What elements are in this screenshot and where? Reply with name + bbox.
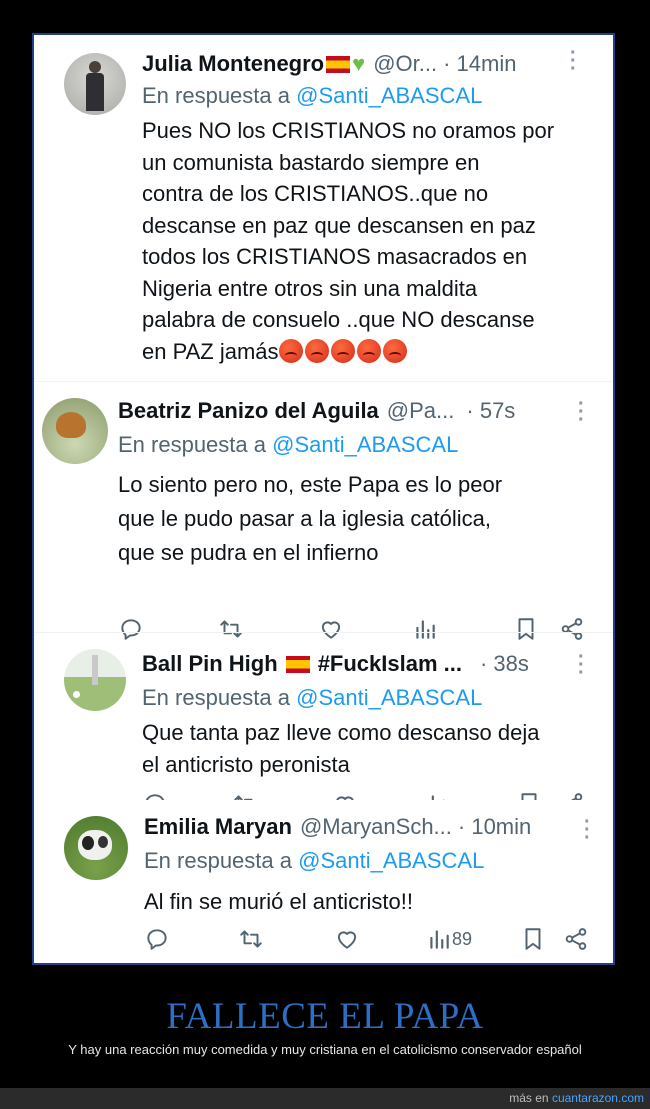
like-button[interactable] xyxy=(334,926,360,952)
reply-mention-link[interactable]: @Santi_ABASCAL xyxy=(296,83,482,108)
reply-context: En respuesta a @Santi_ABASCAL xyxy=(118,432,458,458)
text-line: todos los CRISTIANOS masacrados en xyxy=(142,244,528,269)
text-line: un comunista bastardo siempre en xyxy=(142,149,480,175)
tweet-text: Al fin se murió el anticristo!! xyxy=(144,886,413,918)
author-row: Beatriz Panizo del Aguila @Pa... · 57s xyxy=(118,398,515,424)
reply-context: En respuesta a @Santi_ABASCAL xyxy=(142,83,482,109)
reply-mention-link[interactable]: @Santi_ABASCAL xyxy=(272,432,458,457)
text-line: Que tanta paz lleve como descanso deja xyxy=(142,720,540,745)
avatar[interactable] xyxy=(64,816,128,880)
tweet-text: Pues NO los CRISTIANOS no oramos por un … xyxy=(142,115,554,367)
timestamp[interactable]: · 14min xyxy=(443,51,516,77)
text-line: Lo siento pero no, este Papa es lo peor xyxy=(118,472,503,497)
action-bar: 89 xyxy=(34,926,613,956)
text-line: palabra de consuelo ..que NO descanse xyxy=(142,307,535,332)
reply-label: En respuesta a xyxy=(118,432,266,457)
text-line: Nigeria entre otros sin una maldita xyxy=(142,275,478,301)
post-subtitle: Y hay una reacción muy comedida y muy cr… xyxy=(68,1042,582,1057)
tweet-beatriz[interactable]: Beatriz Panizo del Aguila @Pa... · 57s ·… xyxy=(34,382,613,632)
text-line-last: en PAZ jamás xyxy=(142,336,554,368)
reply-label: En respuesta a xyxy=(144,848,292,873)
timestamp[interactable]: · 38s xyxy=(480,651,529,677)
retweet-button[interactable] xyxy=(232,791,258,800)
views-button[interactable] xyxy=(422,791,448,800)
more-icon[interactable]: · · · xyxy=(578,394,585,430)
like-button[interactable] xyxy=(332,791,358,800)
bookmark-icon xyxy=(520,926,546,952)
author-row: Ball Pin High #FuckIslam ... · 38s xyxy=(142,651,529,677)
share-icon xyxy=(563,926,589,952)
reply-mention-link[interactable]: @Santi_ABASCAL xyxy=(296,685,482,710)
reply-button[interactable] xyxy=(142,791,168,800)
share-icon xyxy=(559,791,585,800)
spain-flag-icon xyxy=(326,55,351,73)
action-bar-cropped xyxy=(34,791,613,800)
more-icon[interactable]: · · · xyxy=(578,647,585,683)
credit-prefix: más en xyxy=(509,1091,549,1105)
text-line: contra de los CRISTIANOS..que no xyxy=(142,181,489,206)
text-line: en PAZ jamás xyxy=(142,338,279,364)
avatar[interactable] xyxy=(64,53,126,115)
author-name[interactable]: Julia Montenegro xyxy=(142,51,324,77)
avatar[interactable] xyxy=(42,398,108,464)
author-handle[interactable]: @Or... xyxy=(373,51,437,77)
views-count: 89 xyxy=(452,928,473,949)
reply-icon xyxy=(142,791,168,800)
reply-label: En respuesta a xyxy=(142,685,290,710)
tweet-julia[interactable]: Julia Montenegro ♥ @Or... · 14min · · · En… xyxy=(34,35,613,381)
avatar[interactable] xyxy=(64,649,126,711)
site-credit: más en cuantarazon.com xyxy=(509,1091,644,1105)
author-handle[interactable]: @MaryanSch... xyxy=(300,814,452,840)
text-line: que se pudra en el infierno xyxy=(118,540,379,565)
spain-flag-icon xyxy=(285,655,310,673)
retweet-icon xyxy=(232,791,258,800)
reply-label: En respuesta a xyxy=(142,83,290,108)
tweet-emilia[interactable]: Emilia Maryan @MaryanSch... · 10min · · · … xyxy=(34,802,613,965)
share-button[interactable] xyxy=(559,791,585,800)
text-line: descanse en paz que descansen en paz xyxy=(142,212,536,238)
author-name[interactable]: Emilia Maryan xyxy=(144,814,292,840)
author-name[interactable]: Beatriz Panizo del Aguila xyxy=(118,398,379,424)
views-icon xyxy=(422,791,448,800)
like-icon xyxy=(332,791,358,800)
like-icon xyxy=(334,926,360,952)
screenshot-frame: Julia Montenegro ♥ @Or... · 14min · · · En… xyxy=(32,33,615,965)
more-icon[interactable]: · · · xyxy=(570,43,577,79)
post-title: FALLECE EL PAPA xyxy=(166,996,484,1037)
reply-context: En respuesta a @Santi_ABASCAL xyxy=(142,685,482,711)
timestamp[interactable]: · 10min xyxy=(458,814,531,840)
tweet-text: Que tanta paz lleve como descanso deja e… xyxy=(142,717,539,780)
bookmark-button[interactable] xyxy=(520,926,546,952)
tweet-ballpin[interactable]: Ball Pin High #FuckIslam ... · 38s · · · E… xyxy=(34,633,613,800)
author-name-suffix[interactable]: #FuckIslam ... xyxy=(318,651,462,677)
more-icon[interactable]: · · · xyxy=(584,812,591,848)
retweet-button[interactable] xyxy=(238,926,264,952)
reply-icon xyxy=(144,926,170,952)
views-icon xyxy=(426,926,452,952)
author-handle[interactable]: @Pa... xyxy=(387,398,455,424)
author-row: Julia Montenegro ♥ @Or... · 14min xyxy=(142,51,516,77)
author-name[interactable]: Ball Pin High xyxy=(142,651,278,677)
reply-button[interactable] xyxy=(144,926,170,952)
share-button[interactable] xyxy=(563,926,589,952)
green-heart-icon: ♥ xyxy=(352,51,366,76)
retweet-icon xyxy=(238,926,264,952)
bottom-bar: más en cuantarazon.com xyxy=(0,1088,650,1109)
tweet-text: Lo siento pero no, este Papa es lo peor … xyxy=(118,468,502,570)
site-link[interactable]: cuantarazon.com xyxy=(552,1091,644,1105)
text-line: Pues NO los CRISTIANOS no oramos por xyxy=(142,118,555,143)
text-line: el anticristo peronista xyxy=(142,751,350,777)
views-button[interactable]: 89 xyxy=(426,926,472,952)
bookmark-icon xyxy=(516,791,542,800)
bookmark-button[interactable] xyxy=(516,791,542,800)
author-row: Emilia Maryan @MaryanSch... · 10min xyxy=(144,814,531,840)
text-line: que le pudo pasar a la iglesia católica, xyxy=(118,506,492,531)
angry-face-icons xyxy=(278,338,409,364)
timestamp[interactable]: · 57s xyxy=(466,398,515,424)
reply-mention-link[interactable]: @Santi_ABASCAL xyxy=(298,848,484,873)
reply-context: En respuesta a @Santi_ABASCAL xyxy=(144,848,484,874)
text-line: Al fin se murió el anticristo!! xyxy=(144,889,413,914)
